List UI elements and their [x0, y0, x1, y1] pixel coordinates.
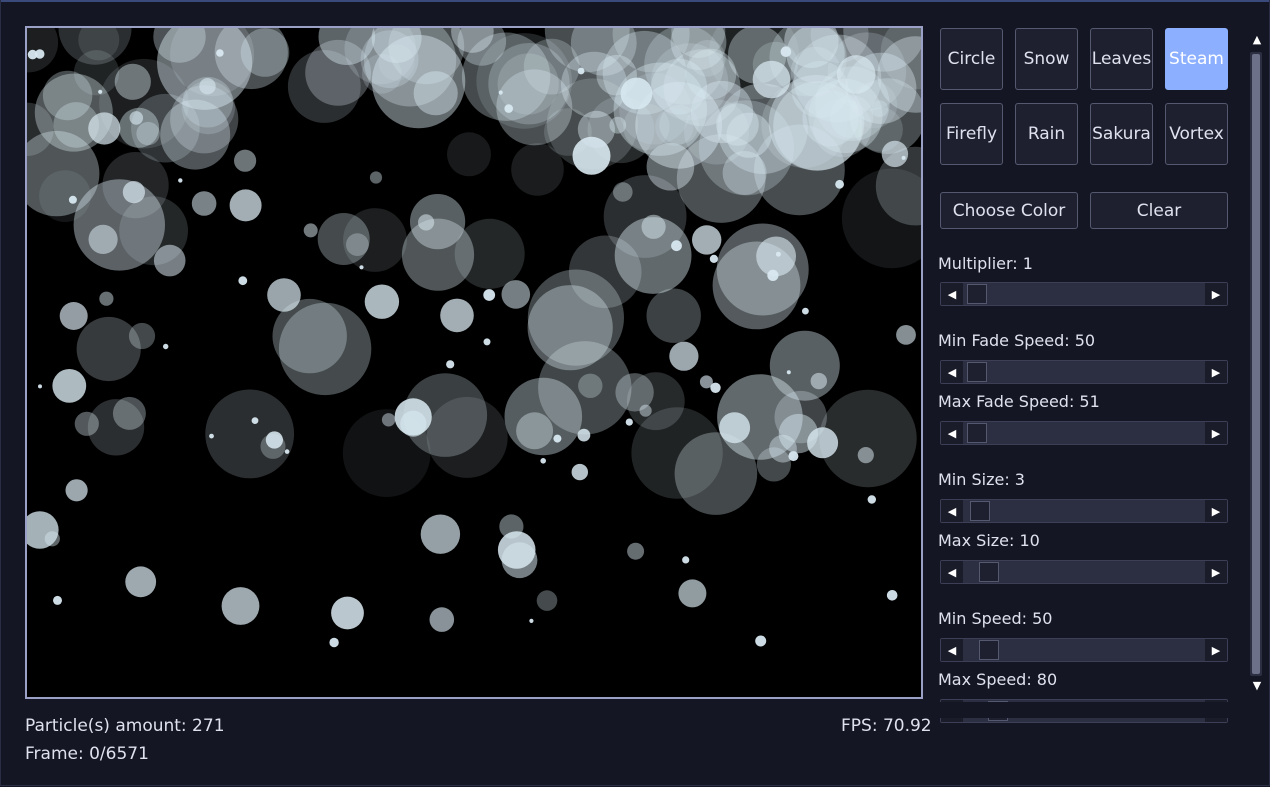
mode-button-steam[interactable]: Steam: [1165, 28, 1228, 90]
max-speed-label: Max Speed: 80: [938, 670, 1058, 689]
max-fade-speed-slider[interactable]: ◀ ▶: [940, 421, 1228, 445]
clear-button[interactable]: Clear: [1090, 192, 1228, 229]
panel-clip: [938, 702, 1234, 718]
particle-amount: Particle(s) amount: 271: [25, 716, 225, 736]
arrow-right-icon[interactable]: ▶: [1205, 283, 1227, 305]
scrollbar-thumb[interactable]: [1252, 54, 1260, 674]
max-size-slider[interactable]: ◀ ▶: [940, 560, 1228, 584]
fps-counter: FPS: 70.92: [841, 716, 932, 736]
frame-counter: Frame: 0/6571: [25, 744, 149, 764]
settings-scrollbar[interactable]: ▲ ▼: [1246, 28, 1268, 698]
max-size-label: Max Size: 10: [938, 531, 1040, 550]
slider-thumb[interactable]: [967, 423, 988, 443]
multiplier-slider[interactable]: ◀ ▶: [940, 282, 1228, 306]
slider-thumb[interactable]: [978, 562, 999, 582]
max-fade-speed-label: Max Fade Speed: 51: [938, 392, 1100, 411]
slider-thumb[interactable]: [969, 501, 990, 521]
min-fade-speed-slider[interactable]: ◀ ▶: [940, 360, 1228, 384]
arrow-right-icon[interactable]: ▶: [1205, 500, 1227, 522]
mode-button-rain[interactable]: Rain: [1015, 103, 1078, 165]
slider-thumb[interactable]: [967, 284, 988, 304]
arrow-left-icon[interactable]: ◀: [941, 422, 963, 444]
scrollbar-track[interactable]: [1250, 52, 1262, 676]
mode-button-leaves[interactable]: Leaves: [1090, 28, 1153, 90]
arrow-up-icon[interactable]: ▲: [1246, 28, 1268, 50]
arrow-left-icon[interactable]: ◀: [941, 283, 963, 305]
arrow-left-icon[interactable]: ◀: [941, 639, 963, 661]
arrow-right-icon[interactable]: ▶: [1205, 639, 1227, 661]
arrow-left-icon[interactable]: ◀: [941, 561, 963, 583]
min-size-slider[interactable]: ◀ ▶: [940, 499, 1228, 523]
min-speed-label: Min Speed: 50: [938, 609, 1053, 628]
slider-thumb[interactable]: [978, 640, 999, 660]
mode-button-circle[interactable]: Circle: [940, 28, 1003, 90]
mode-button-snow[interactable]: Snow: [1015, 28, 1078, 90]
particle-layer: [27, 28, 921, 648]
mode-button-vortex[interactable]: Vortex: [1165, 103, 1228, 165]
multiplier-label: Multiplier: 1: [938, 254, 1033, 273]
slider-thumb[interactable]: [967, 362, 988, 382]
min-fade-speed-label: Min Fade Speed: 50: [938, 331, 1096, 350]
min-size-label: Min Size: 3: [938, 470, 1025, 489]
arrow-down-icon[interactable]: ▼: [1246, 674, 1268, 696]
arrow-right-icon[interactable]: ▶: [1205, 422, 1227, 444]
arrow-right-icon[interactable]: ▶: [1205, 361, 1227, 383]
mode-button-sakura[interactable]: Sakura: [1090, 103, 1153, 165]
arrow-left-icon[interactable]: ◀: [941, 500, 963, 522]
particle-canvas[interactable]: [25, 26, 923, 699]
choose-color-button[interactable]: Choose Color: [940, 192, 1078, 229]
mode-button-firefly[interactable]: Firefly: [940, 103, 1003, 165]
min-speed-slider[interactable]: ◀ ▶: [940, 638, 1228, 662]
arrow-right-icon[interactable]: ▶: [1205, 561, 1227, 583]
arrow-left-icon[interactable]: ◀: [941, 361, 963, 383]
